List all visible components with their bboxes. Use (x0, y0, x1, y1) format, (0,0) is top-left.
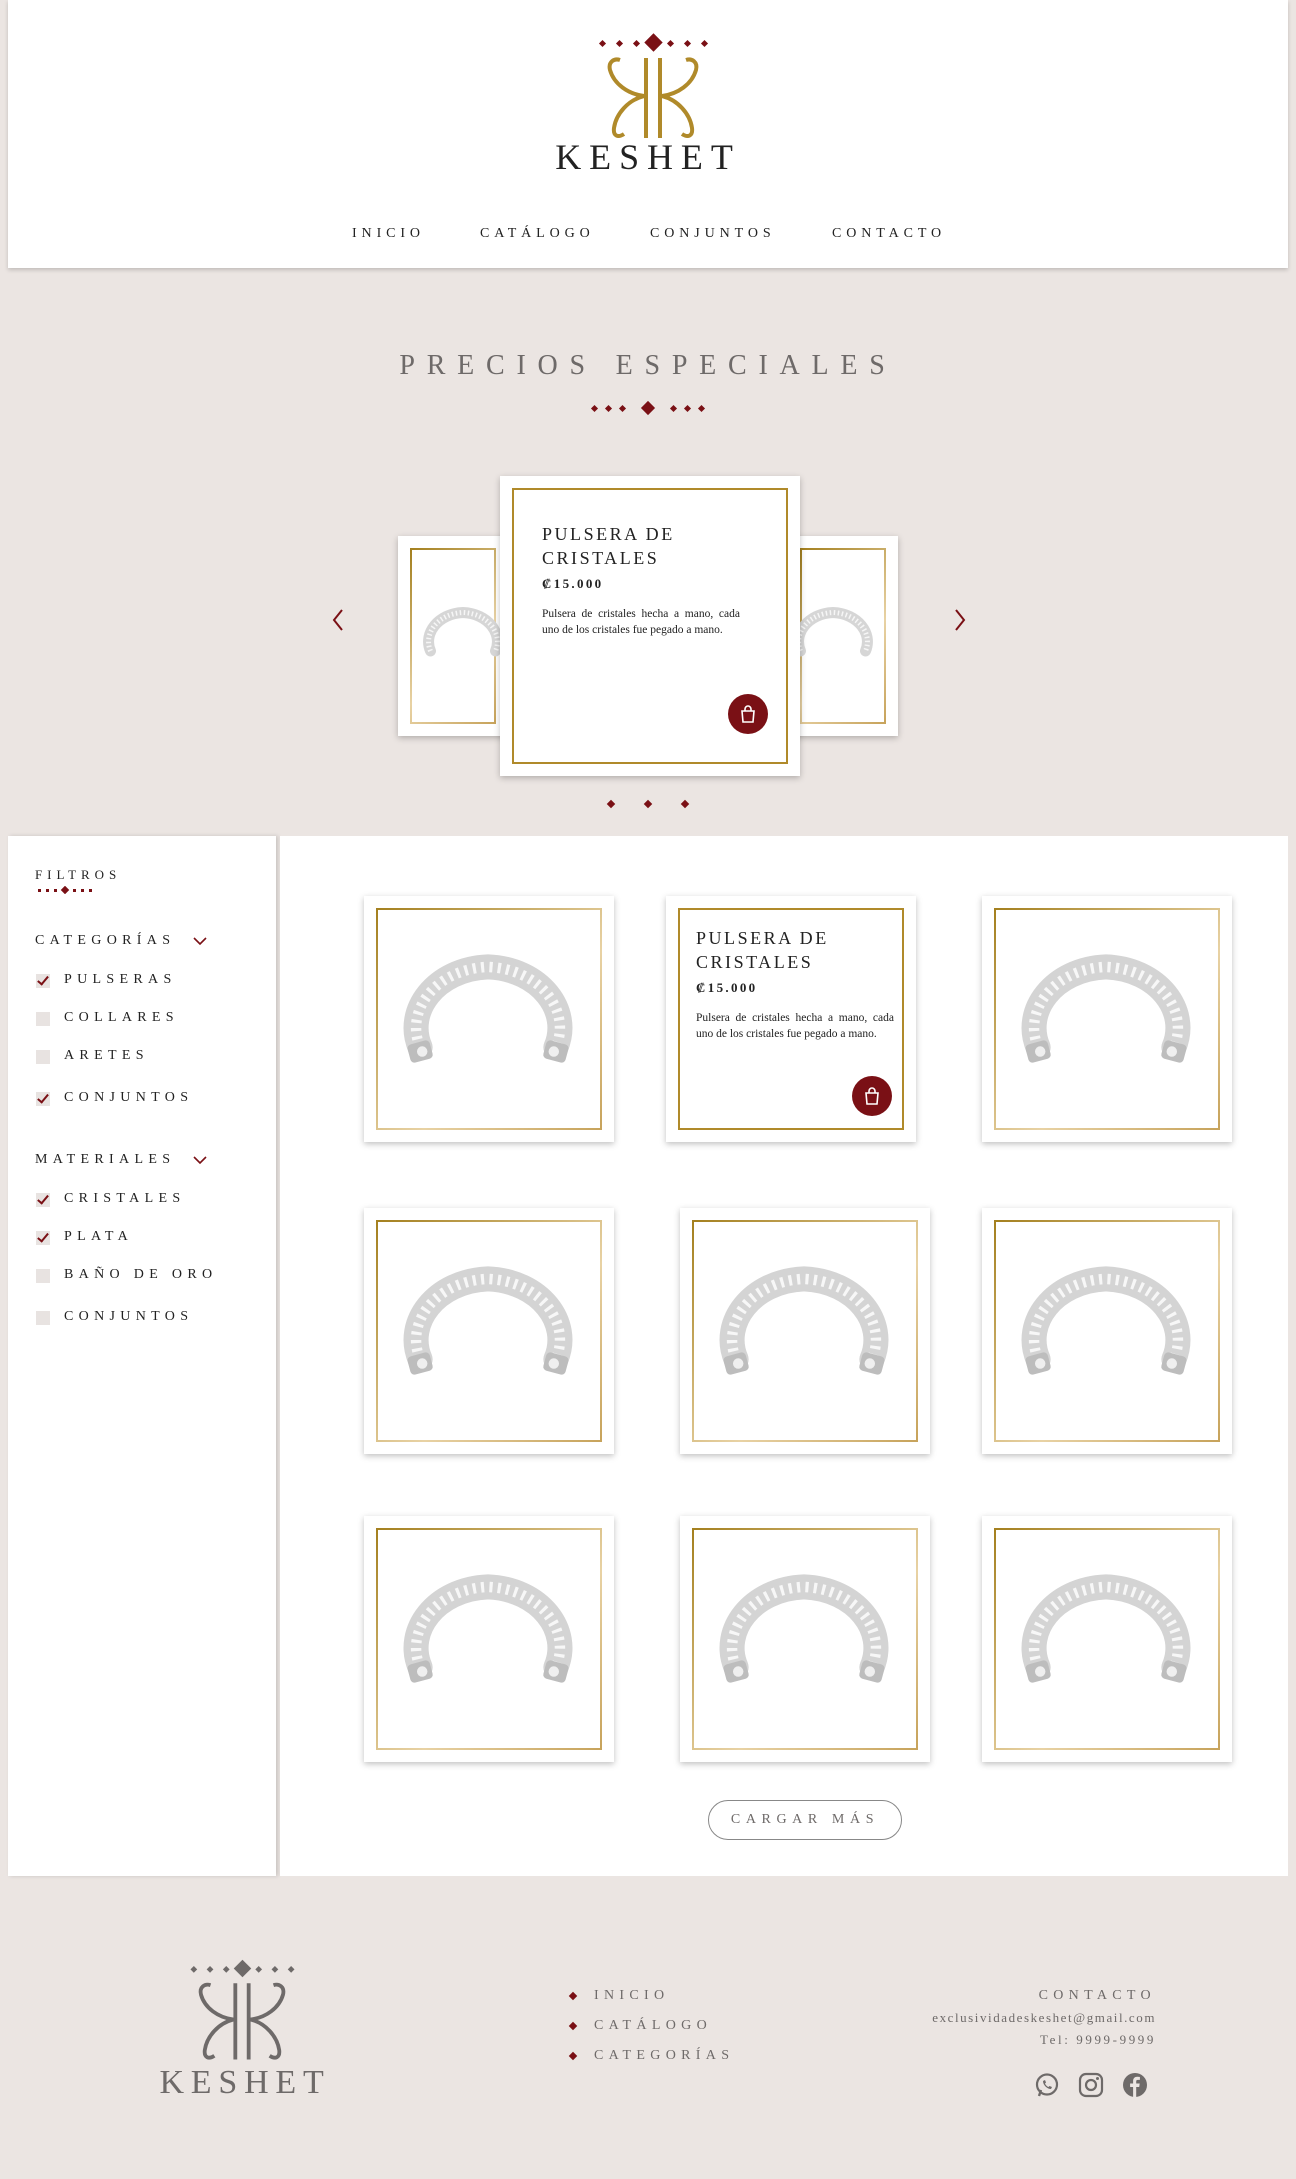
footer-contact-label: CONTACTO (1038, 1988, 1156, 2003)
brand-name: KESHET (555, 137, 741, 177)
checkbox-conjuntos-material[interactable] (36, 1311, 50, 1325)
grid-product-description: Pulsera de cristales hecha a mano, cada … (696, 1012, 894, 1040)
footer-link-categorias[interactable]: CATEGORÍAS (594, 2048, 734, 2064)
filter-label-aretes: ARETES (64, 1048, 149, 1063)
chevron-right-icon (955, 609, 966, 631)
filter-label-conjuntos-categoria: CONJUNTOS (64, 1090, 194, 1105)
filter-label-collares: COLLARES (64, 1010, 179, 1025)
product-card[interactable] (364, 1516, 614, 1762)
filter-label-cristales: CRISTALES (64, 1191, 186, 1206)
product-card-hover[interactable]: PULSERA DE CRISTALES ₡15.000 Pulsera de … (666, 896, 916, 1142)
grid-product-price: ₡15.000 (696, 980, 758, 995)
product-card[interactable] (982, 1208, 1232, 1454)
checkbox-collares[interactable] (36, 1012, 50, 1026)
featured-title: PULSERA DE CRISTALES (542, 524, 675, 568)
carousel-dot (680, 799, 690, 809)
bracelet-image (1021, 1574, 1191, 1683)
carousel-card-left[interactable] (398, 536, 508, 736)
bracelet-image (1021, 954, 1191, 1063)
grid-product-title: PULSERA DE CRISTALES (696, 928, 829, 972)
shopping-bag-icon (865, 1087, 879, 1105)
carousel-dot (643, 799, 653, 809)
filter-label-conjuntos-material: CONJUNTOS (64, 1309, 194, 1324)
instagram-icon[interactable] (1078, 2072, 1104, 2098)
filter-label-plata: PLATA (64, 1229, 134, 1244)
add-to-cart-button[interactable] (728, 694, 768, 734)
featured-product-card[interactable]: PULSERA DE CRISTALES ₡15.000 Pulsera de … (500, 476, 800, 776)
product-card[interactable] (364, 896, 614, 1142)
footer-email[interactable]: exclusividadeskeshet@gmail.com (868, 2010, 1156, 2026)
hero-title: PRECIOS ESPECIALES (399, 350, 897, 381)
whatsapp-icon[interactable] (1034, 2072, 1060, 2098)
footer-link-catalogo[interactable]: CATÁLOGO (594, 2018, 712, 2034)
bracelet-image (719, 1266, 889, 1375)
chevron-down-icon[interactable] (192, 1155, 208, 1165)
carousel-card-right[interactable] (788, 536, 898, 736)
footer-brand-name: KESHET (159, 2064, 331, 2101)
product-card[interactable] (364, 1208, 614, 1454)
footer-link-inicio[interactable]: INICIO (594, 1988, 669, 2004)
carousel-dots (604, 798, 694, 812)
load-more-button[interactable]: CARGAR MÁS (708, 1800, 902, 1840)
bracelet-image (423, 606, 503, 657)
checkbox-cristales[interactable] (36, 1193, 50, 1207)
footer-logo-icon[interactable] (180, 1956, 304, 2062)
carousel-dot (606, 799, 616, 809)
nav-conjuntos[interactable]: CONJUNTOS (650, 226, 776, 242)
checkbox-bano-de-oro[interactable] (36, 1269, 50, 1283)
diamond-divider-icon (590, 400, 706, 416)
brand-logo-icon[interactable] (588, 30, 718, 140)
nav-catalogo[interactable]: CATÁLOGO (480, 226, 595, 242)
product-card[interactable] (982, 896, 1232, 1142)
featured-price: ₡15.000 (542, 576, 604, 591)
filters-heading: FILTROS (35, 867, 122, 882)
chevron-down-icon[interactable] (192, 936, 208, 946)
filters-sidebar: FILTROS CATEGORÍAS PULSERAS COLLARES ARE… (8, 836, 276, 1876)
site-footer: KESHET INICIO CATÁLOGO CATEGORÍAS CONTAC… (8, 1880, 1288, 2179)
add-to-cart-button[interactable] (852, 1076, 892, 1116)
shopping-bag-icon (741, 705, 755, 723)
bracelet-image (793, 606, 873, 657)
nav-inicio[interactable]: INICIO (352, 226, 425, 242)
chevron-left-icon (332, 609, 343, 631)
filter-label-bano-de-oro: BAÑO DE ORO (64, 1267, 218, 1282)
bracelet-image (403, 1266, 573, 1375)
site-header: KESHET INICIO CATÁLOGO CONJUNTOS CONTACT… (8, 0, 1288, 268)
product-card[interactable] (680, 1208, 930, 1454)
mini-diamond-divider-icon (38, 886, 92, 894)
product-card[interactable] (680, 1516, 930, 1762)
featured-description: Pulsera de cristales hecha a mano, cada … (542, 608, 740, 636)
categories-toggle[interactable]: CATEGORÍAS (35, 933, 175, 949)
bracelet-image (403, 954, 573, 1063)
checkbox-aretes[interactable] (36, 1050, 50, 1064)
checkbox-conjuntos-categoria[interactable] (36, 1092, 50, 1106)
checkbox-pulseras[interactable] (36, 974, 50, 988)
footer-phone: Tel: 9999-9999 (1039, 2032, 1156, 2047)
nav-contacto[interactable]: CONTACTO (832, 226, 946, 242)
filter-label-pulseras: PULSERAS (64, 972, 177, 987)
checkbox-plata[interactable] (36, 1231, 50, 1245)
facebook-icon[interactable] (1122, 2072, 1148, 2098)
product-card[interactable] (982, 1516, 1232, 1762)
materials-toggle[interactable]: MATERIALES (35, 1152, 175, 1168)
bracelet-image (719, 1574, 889, 1683)
carousel-prev-button[interactable] (330, 606, 346, 642)
bracelet-image (403, 1574, 573, 1683)
bracelet-image (1021, 1266, 1191, 1375)
carousel-next-button[interactable] (952, 606, 968, 642)
